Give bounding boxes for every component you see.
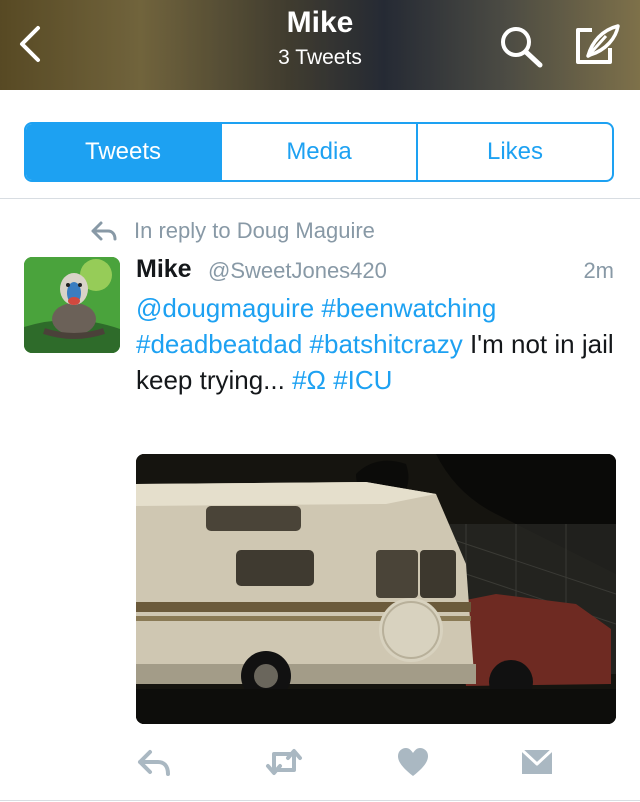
avatar-image (24, 257, 120, 353)
tweet-hashtag-link[interactable]: #Ω (292, 365, 326, 395)
tab-tweets[interactable]: Tweets (26, 124, 220, 180)
compose-button[interactable] (572, 22, 622, 68)
direct-message-icon (520, 748, 554, 774)
media-photo (136, 454, 616, 724)
reply-icon (91, 221, 117, 241)
reply-context[interactable]: In reply to Doug Maguire (90, 216, 375, 246)
tweet-text-segment (302, 329, 309, 359)
profile-tabs: Tweets Media Likes (24, 122, 614, 182)
search-button[interactable] (498, 24, 546, 68)
tweet-hashtag-link[interactable]: #beenwatching (321, 293, 496, 323)
tweet-hashtag-link[interactable]: #ICU (333, 365, 392, 395)
divider (0, 198, 640, 199)
search-icon (501, 27, 543, 68)
tab-likes[interactable]: Likes (416, 124, 612, 180)
like-button[interactable] (396, 746, 430, 783)
retweet-button[interactable] (264, 746, 304, 783)
tweet-hashtag-link[interactable]: @dougmaguire (136, 293, 314, 323)
reply-button[interactable] (136, 746, 172, 783)
tweet-text: @dougmaguire #beenwatching #deadbeatdad … (136, 290, 622, 398)
tweet-media-image[interactable] (136, 454, 616, 724)
tweet-hashtag-link[interactable]: #deadbeatdad (136, 329, 302, 359)
avatar[interactable] (24, 257, 120, 353)
tweet-timestamp: 2m (583, 258, 614, 283)
tweet-actions (136, 746, 576, 782)
tab-media[interactable]: Media (220, 124, 416, 180)
author-name[interactable]: Mike (136, 255, 192, 284)
like-icon (398, 748, 428, 776)
profile-header: Mike 3 Tweets (0, 0, 640, 90)
bottom-divider (0, 800, 640, 801)
retweet-icon (266, 749, 302, 775)
compose-icon (576, 24, 620, 64)
direct-message-button[interactable] (520, 746, 554, 783)
author-handle[interactable]: @SweetJones420 (208, 258, 387, 284)
reply-icon (138, 750, 170, 776)
reply-context-text: In reply to Doug Maguire (134, 218, 375, 243)
tweet-hashtag-link[interactable]: #batshitcrazy (310, 329, 463, 359)
